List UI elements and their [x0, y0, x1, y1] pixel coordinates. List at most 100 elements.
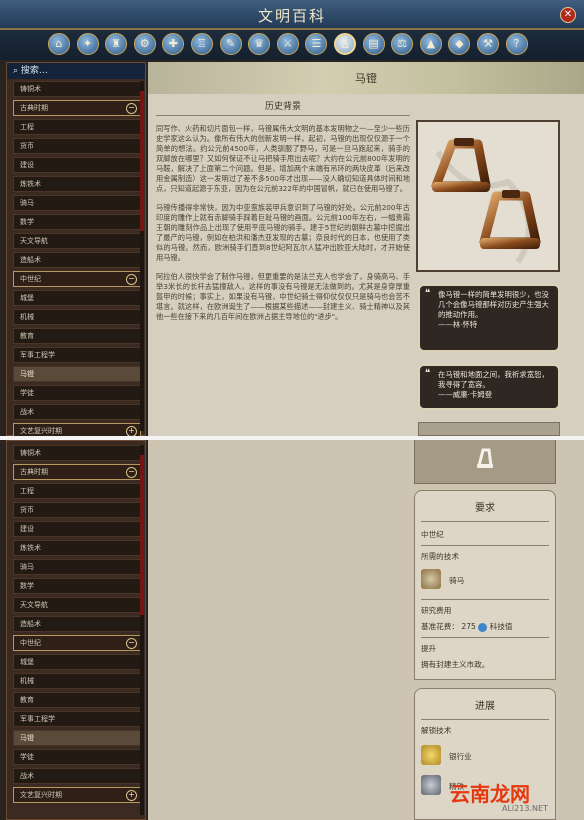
- scroll-thumb[interactable]: [140, 91, 144, 231]
- concept-icon[interactable]: ?: [505, 33, 528, 55]
- sidebar-item[interactable]: 数学: [13, 578, 141, 594]
- unit-icon[interactable]: ⚔: [276, 33, 299, 55]
- collapse-icon[interactable]: −: [126, 274, 137, 285]
- resource-icon[interactable]: ◆: [448, 33, 471, 55]
- home-icon[interactable]: ⌂: [48, 33, 70, 55]
- sidebar-scrollbar[interactable]: [140, 445, 144, 815]
- sidebar-item-label: 马镫: [20, 734, 34, 742]
- base-cost-row: 基准花费： 275 科技值: [421, 621, 513, 632]
- sidebar-item[interactable]: 工程: [13, 483, 141, 499]
- sidebar-item[interactable]: 战术: [13, 404, 141, 420]
- sidebar-item[interactable]: 机械: [13, 673, 141, 689]
- sidebar-item-label: 学徒: [20, 753, 34, 761]
- sidebar-era-header[interactable]: 古典时期 −: [13, 464, 141, 480]
- expand-icon[interactable]: +: [126, 790, 137, 801]
- sidebar-era-header[interactable]: 文艺复兴时期 +: [13, 423, 141, 436]
- sidebar-item-label: 城堡: [20, 294, 34, 302]
- expand-icon[interactable]: +: [126, 426, 137, 436]
- sidebar-item-label: 教育: [20, 332, 34, 340]
- unlock-banking[interactable]: 银行业: [421, 745, 549, 767]
- required-tech-horseback-riding[interactable]: 骑马: [421, 569, 549, 591]
- sidebar-item[interactable]: 学徒: [13, 385, 141, 401]
- sidebar-item[interactable]: 学徒: [13, 749, 141, 765]
- quote-box: ❝ 像马镫一样的简单发明很少，也没几个会像马镫那样对历史产生强大的推动作用。 —…: [418, 284, 560, 352]
- sidebar-item[interactable]: 货币: [13, 502, 141, 518]
- sidebar-item-label: 古典时期: [20, 468, 48, 476]
- sidebar-item-label: 货币: [20, 142, 34, 150]
- policy-icon[interactable]: ☰: [305, 33, 328, 55]
- sidebar-item[interactable]: 骑马: [13, 195, 141, 211]
- sidebar-item[interactable]: 教育: [13, 692, 141, 708]
- sidebar-era-header[interactable]: 文艺复兴时期 +: [13, 787, 141, 803]
- sidebar-item[interactable]: 数学: [13, 214, 141, 230]
- required-techs-label: 所需的技术: [421, 552, 459, 561]
- unlock-label-banking: 银行业: [449, 752, 472, 761]
- religion-icon[interactable]: ✚: [162, 33, 185, 55]
- sidebar: ⌕ 搜索… 铸铜术古典时期 − 工程货币建设炼铁术骑马数学天文导航造船术中世纪 − 城堡…: [6, 62, 146, 436]
- sidebar-scrollbar[interactable]: [140, 81, 144, 431]
- wonder-icon[interactable]: ✦: [76, 33, 99, 55]
- sidebar-item[interactable]: 货币: [13, 138, 141, 154]
- quote-attribution: ——林·怀特: [438, 320, 478, 329]
- sidebar-item[interactable]: 城堡: [13, 290, 141, 306]
- collapse-icon[interactable]: −: [126, 638, 137, 649]
- section-heading: 历史背景: [156, 102, 410, 116]
- stirrups-image: [416, 120, 560, 272]
- sidebar-item[interactable]: 造船术: [13, 616, 141, 632]
- sidebar-item[interactable]: 炼铁术: [13, 176, 141, 192]
- sidebar-item[interactable]: 马镫: [13, 366, 141, 382]
- great-person-icon[interactable]: ♛: [248, 33, 271, 55]
- sidebar-era-header[interactable]: 古典时期 −: [13, 100, 141, 116]
- sidebar-item-label: 机械: [20, 677, 34, 685]
- sidebar-item-label: 中世纪: [20, 639, 41, 647]
- sidebar-item[interactable]: 战术: [13, 768, 141, 784]
- collapse-icon[interactable]: −: [126, 467, 137, 478]
- sidebar-item[interactable]: 骑马: [13, 559, 141, 575]
- quote-box: ❝ 在马镫和地面之间，我祈求宽恕，我寻得了宽容。 ——威廉·卡姆登: [418, 364, 560, 410]
- stirrups-icon[interactable]: ᐂ: [334, 33, 356, 55]
- collapse-icon[interactable]: −: [126, 103, 137, 114]
- scroll-thumb[interactable]: [140, 455, 144, 615]
- sidebar-item[interactable]: 造船术: [13, 252, 141, 268]
- search-input[interactable]: ⌕ 搜索…: [7, 63, 145, 79]
- sidebar-item[interactable]: 军事工程学: [13, 711, 141, 727]
- stirrups-portrait: [414, 440, 556, 484]
- quote-text: 像马镫一样的简单发明很少，也没几个会像马镫那样对历史产生强大的推动作用。: [438, 290, 549, 319]
- tech-icon[interactable]: ⚙: [133, 33, 156, 55]
- city-icon[interactable]: ♖: [191, 33, 213, 55]
- sidebar-item-label: 建设: [20, 525, 34, 533]
- sidebar-item[interactable]: 天文导航: [13, 233, 141, 249]
- quote-text: 在马镫和地面之间，我祈求宽恕，我寻得了宽容。: [438, 370, 549, 389]
- sidebar-item-label: 造船术: [20, 256, 41, 264]
- government-icon[interactable]: ⚖: [391, 33, 414, 55]
- sidebar: 铸铜术古典时期 − 工程货币建设炼铁术骑马数学天文导航造船术中世纪 − 城堡机械教育军事…: [6, 440, 146, 820]
- civilization-icon[interactable]: ♜: [105, 33, 128, 55]
- sidebar-item[interactable]: 教育: [13, 328, 141, 344]
- building-icon[interactable]: ▤: [362, 33, 385, 55]
- sidebar-item[interactable]: 铸铜术: [13, 445, 141, 461]
- sidebar-item[interactable]: 炼铁术: [13, 540, 141, 556]
- upgrade-label: 提升: [421, 644, 437, 653]
- sidebar-item[interactable]: 工程: [13, 119, 141, 135]
- sidebar-item[interactable]: 天文导航: [13, 597, 141, 613]
- terrain-icon[interactable]: ▲: [419, 33, 442, 55]
- sidebar-item-label: 工程: [20, 487, 34, 495]
- sidebar-era-header[interactable]: 中世纪 −: [13, 271, 141, 287]
- sidebar-item[interactable]: 建设: [13, 521, 141, 537]
- sidebar-item[interactable]: 马镫: [13, 730, 141, 746]
- panel-tile: [418, 422, 560, 436]
- quote-icon: ❝: [425, 288, 431, 299]
- rule: [421, 545, 549, 546]
- sidebar-item[interactable]: 机械: [13, 309, 141, 325]
- sidebar-item[interactable]: 军事工程学: [13, 347, 141, 363]
- sidebar-item[interactable]: 铸铜术: [13, 81, 141, 97]
- sidebar-item[interactable]: 建设: [13, 157, 141, 173]
- improvement-icon[interactable]: ⚒: [477, 33, 499, 55]
- sidebar-item[interactable]: 城堡: [13, 654, 141, 670]
- horse-rider-icon: [421, 569, 441, 589]
- sidebar-era-header[interactable]: 中世纪 −: [13, 635, 141, 651]
- research-cost-label: 研究费用: [421, 606, 452, 615]
- sidebar-item-label: 中世纪: [20, 275, 41, 283]
- culture-icon[interactable]: ✎: [219, 33, 242, 55]
- close-icon[interactable]: ✕: [560, 7, 576, 23]
